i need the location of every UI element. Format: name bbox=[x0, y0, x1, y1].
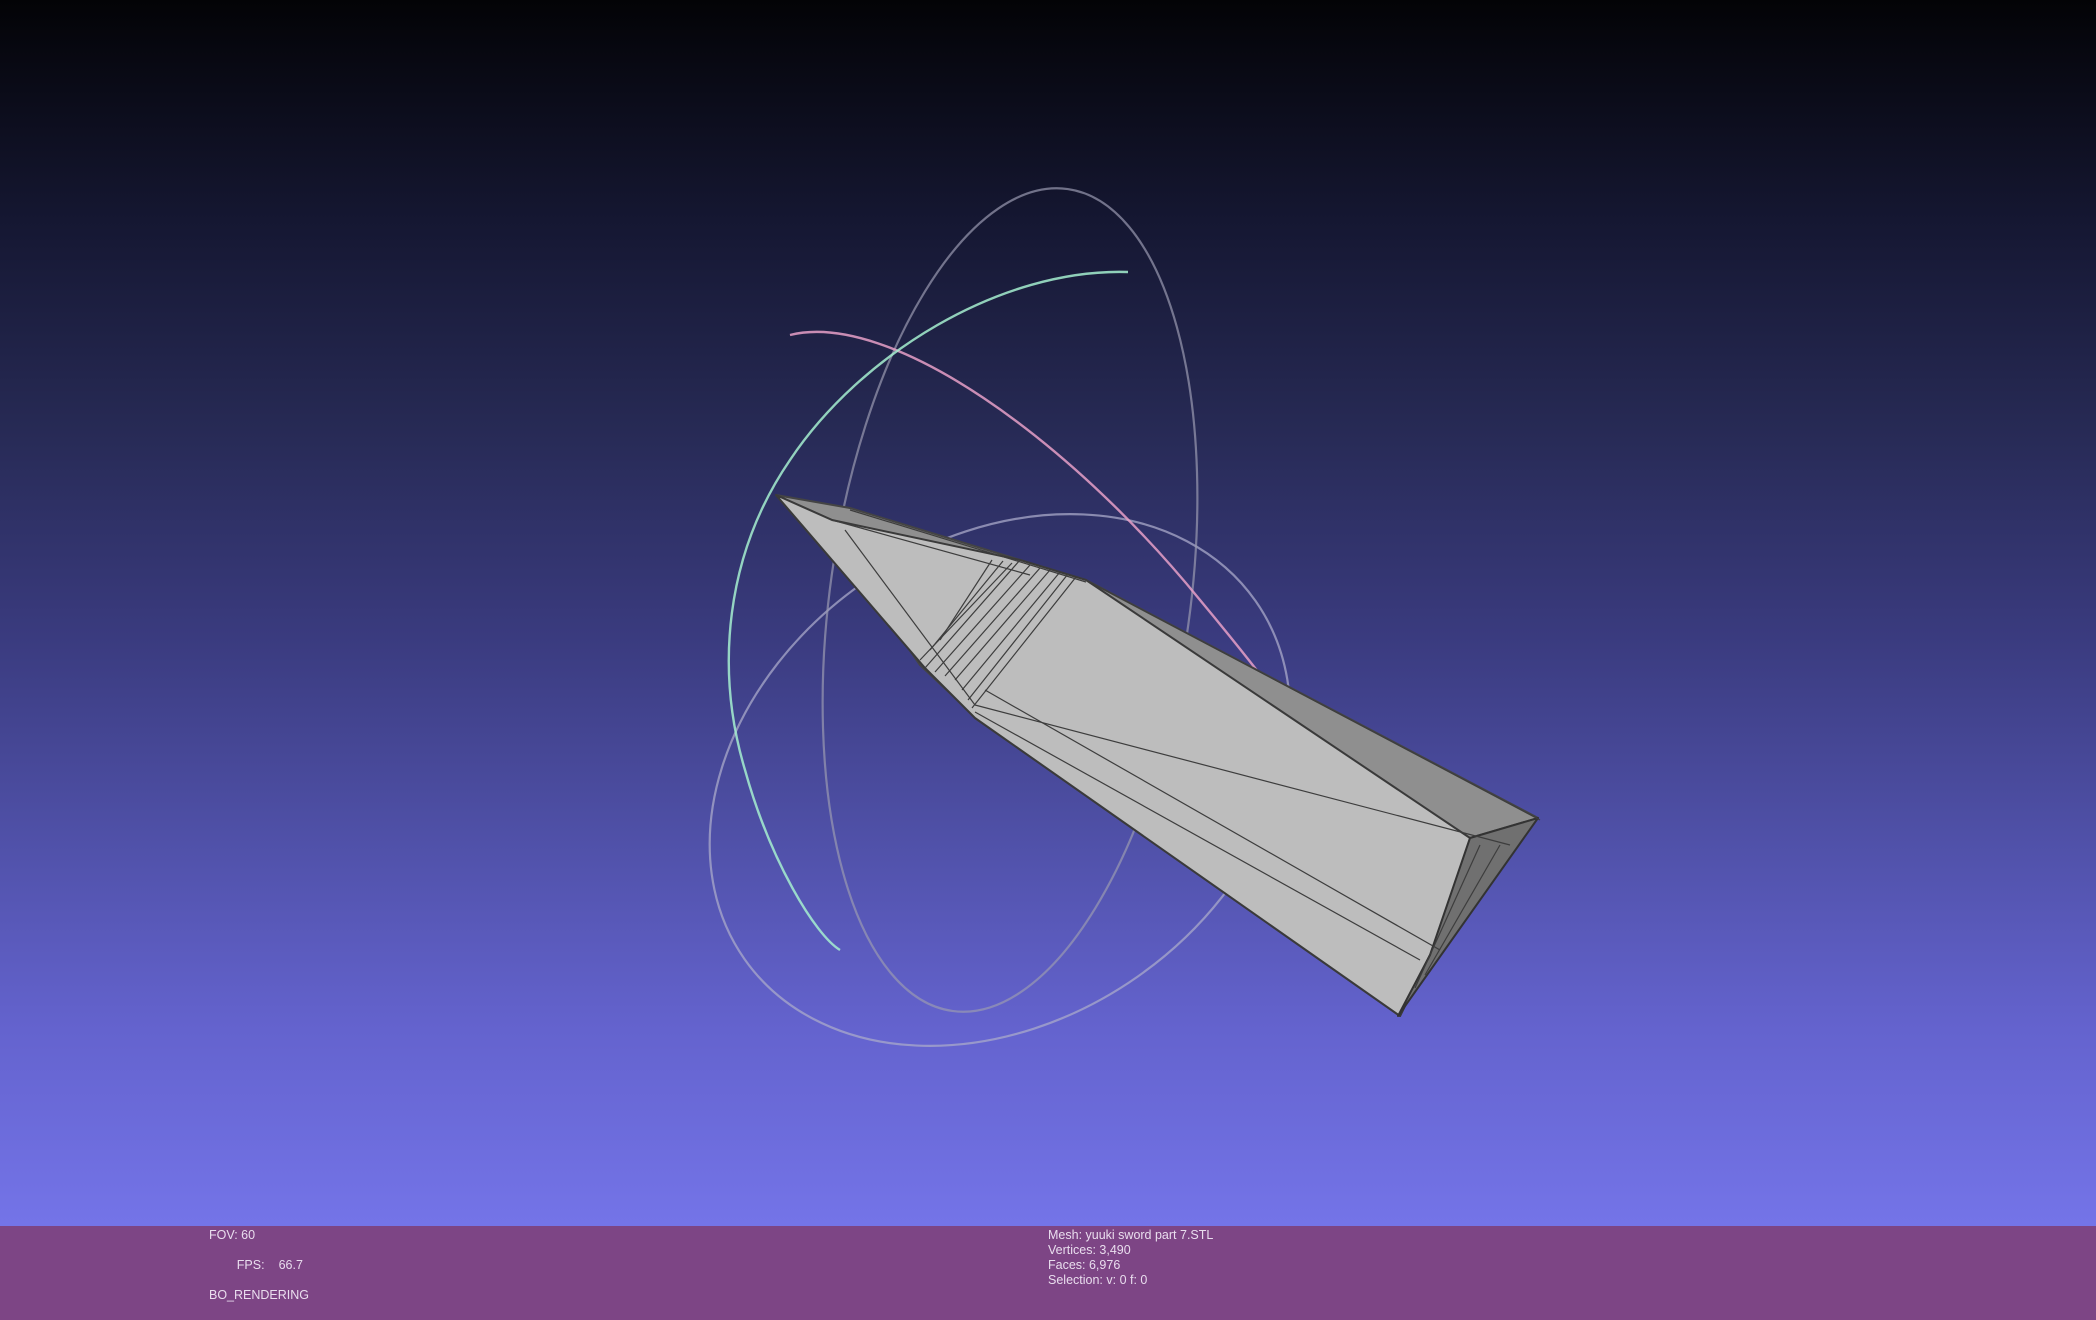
render-info-panel: FOV: 60 FPS: 66.7 BO_RENDERING bbox=[209, 1228, 309, 1303]
fps-value: 66.7 bbox=[278, 1258, 303, 1272]
render-mode-readout: BO_RENDERING bbox=[209, 1288, 310, 1302]
mesh-model[interactable] bbox=[775, 494, 1541, 1017]
fov-readout: FOV: 60 bbox=[209, 1228, 256, 1242]
meshlab-window: FOV: 60 FPS: 66.7 BO_RENDERING Mesh: yuuk… bbox=[0, 0, 2096, 1320]
fps-readout: FPS: 66.7 bbox=[209, 1243, 309, 1288]
selection-readout: Selection: v: 0 f: 0 bbox=[1048, 1273, 1148, 1287]
faces-readout: Faces: 6,976 bbox=[1048, 1258, 1121, 1272]
scene-canvas[interactable] bbox=[0, 0, 2096, 1226]
status-info-bar: FOV: 60 FPS: 66.7 BO_RENDERING Mesh: yuuk… bbox=[0, 1226, 2096, 1320]
3d-viewport[interactable] bbox=[0, 0, 2096, 1226]
mesh-info-panel: Mesh: yuuki sword part 7.STL Vertices: 3… bbox=[1048, 1228, 1213, 1288]
vertices-readout: Vertices: 3,490 bbox=[1048, 1243, 1131, 1257]
fps-label: FPS: bbox=[236, 1258, 265, 1272]
mesh-name-readout: Mesh: yuuki sword part 7.STL bbox=[1048, 1228, 1214, 1242]
